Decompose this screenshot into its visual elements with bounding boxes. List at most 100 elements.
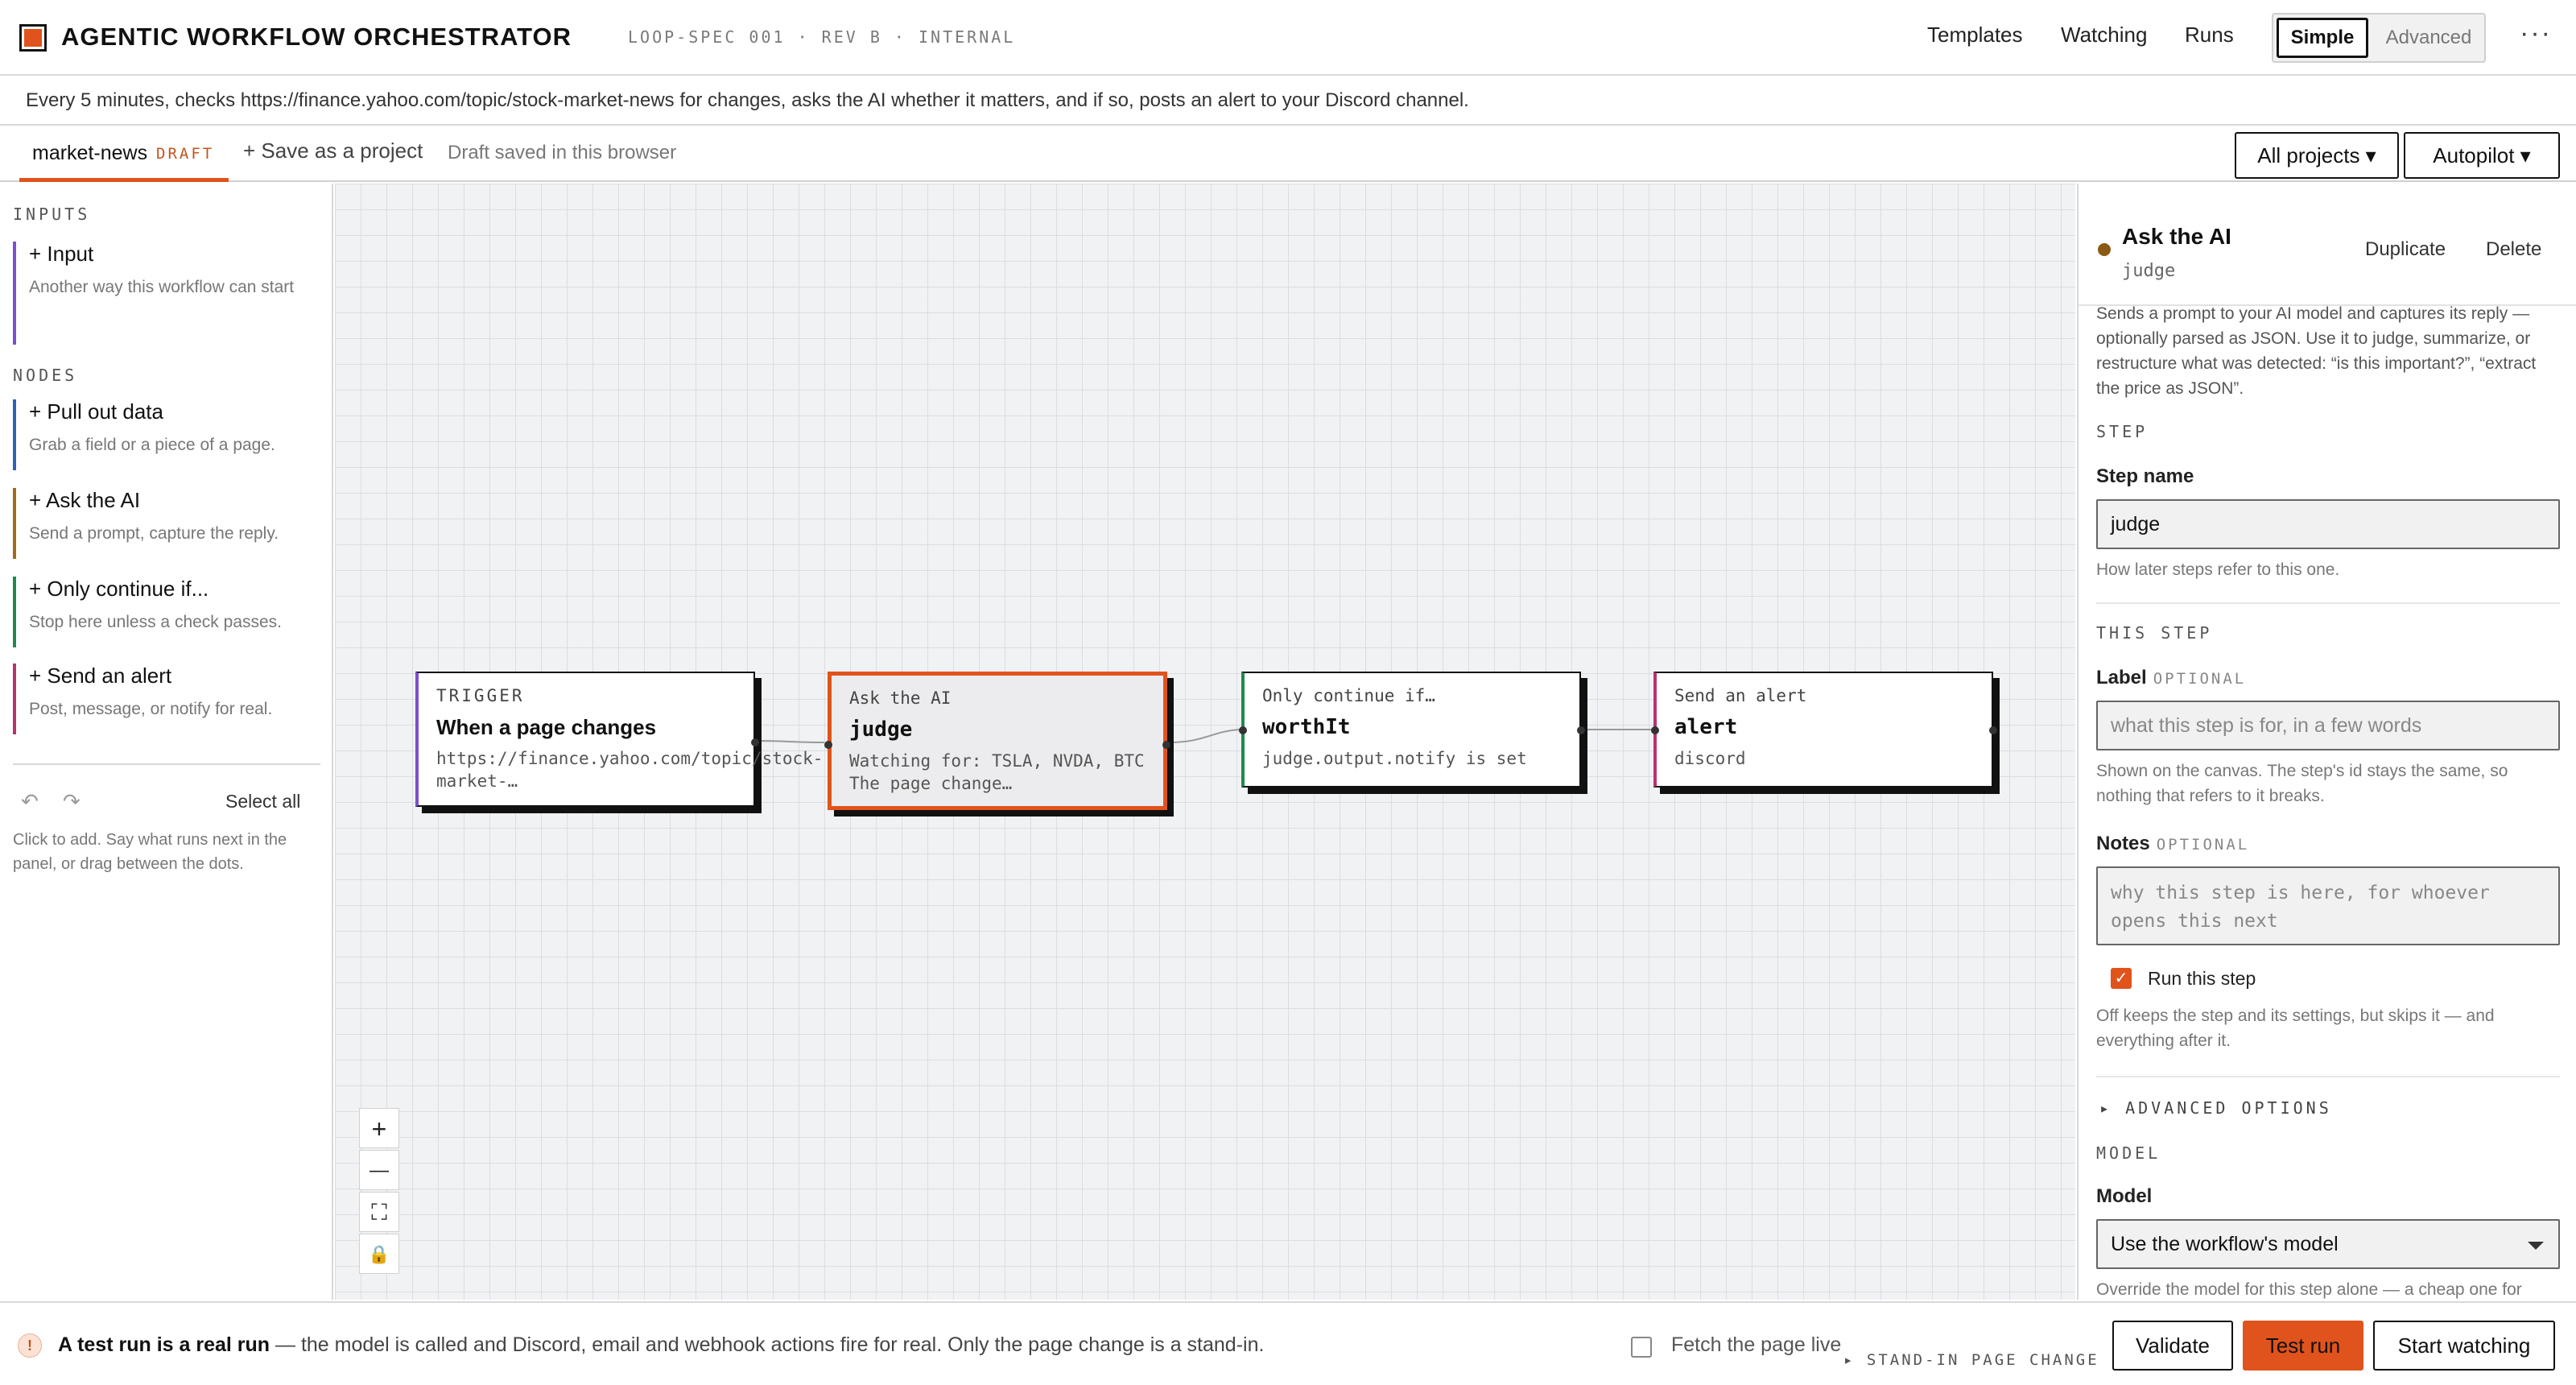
label-text: Label (2096, 667, 2147, 688)
notes-text: Notes (2096, 833, 2150, 854)
add-only-continue-item[interactable]: + Only continue if... Stop here unless a… (13, 577, 319, 647)
step-section-label: STEP (2096, 422, 2149, 441)
select-all-button[interactable]: Select all (225, 791, 300, 812)
add-input-item[interactable]: + Input Another way this workflow can st… (13, 242, 319, 345)
add-item-subtitle: Another way this workflow can start (29, 278, 295, 296)
node-subtitle: judge.output.notify is set (1262, 749, 1527, 768)
model-select[interactable]: Use the workflow's model (2096, 1219, 2560, 1269)
all-projects-dropdown[interactable]: All projects ▾ (2235, 132, 2399, 179)
workflow-description-bar: Every 5 minutes, checks https://finance.… (0, 77, 2576, 126)
advanced-options-toggle[interactable]: ▸ ADVANCED OPTIONS (2099, 1098, 2332, 1118)
duplicate-button[interactable]: Duplicate (2365, 238, 2446, 261)
more-menu-icon[interactable]: ··· (2520, 18, 2552, 49)
autopilot-dropdown[interactable]: Autopilot ▾ (2404, 132, 2560, 179)
mode-advanced-button[interactable]: Advanced (2376, 18, 2481, 58)
node-judge[interactable]: Ask the AI judge Watching for: TSLA, NVD… (824, 672, 1170, 810)
app-logo-icon (19, 24, 47, 52)
sidebar-hint: Click to add. Say what runs next in the … (13, 831, 287, 873)
nodes-section-label: NODES (13, 366, 78, 385)
run-step-checkbox[interactable]: ✓ (2111, 968, 2132, 989)
step-inspector-panel: Ask the AI judge Duplicate Delete Sends … (2077, 184, 2576, 1300)
lock-icon[interactable]: 🔒 (359, 1234, 399, 1274)
model-section-label: MODEL (2096, 1143, 2161, 1163)
tab-bar: market-news DRAFT + Save as a project Dr… (0, 127, 2576, 182)
node-subtitle: https://finance.yahoo.com/topic/stock-ma… (436, 749, 824, 791)
inspector-step-id: judge (2122, 261, 2176, 281)
model-help: Override the model for this step alone —… (2096, 1280, 2522, 1299)
output-port[interactable] (1162, 741, 1170, 749)
test-run-notice-text: — the model is called and Discord, email… (270, 1333, 1265, 1356)
output-port[interactable] (1989, 726, 1997, 734)
mode-toggle: Simple Advanced (2272, 13, 2486, 63)
input-port[interactable] (1239, 726, 1247, 734)
sidebar-divider (13, 763, 320, 765)
fit-view-icon[interactable]: ⛶ (359, 1192, 399, 1232)
save-as-project-button[interactable]: + Save as a project (243, 138, 423, 163)
add-item-title: + Pull out data (29, 399, 163, 424)
node-name: judge (849, 717, 913, 742)
node-type-label: TRIGGER (436, 686, 525, 705)
add-item-title: + Input (29, 242, 94, 266)
stand-in-page-change-toggle[interactable]: ▸ STAND-IN PAGE CHANGE (1843, 1351, 2099, 1369)
label-input[interactable]: what this step is for, in a few words (2096, 701, 2560, 750)
edge-judge-worthit (1168, 729, 1241, 743)
step-name-label: Step name (2096, 465, 2194, 487)
node-type-label: Send an alert (1674, 686, 1807, 705)
nav-runs[interactable]: Runs (2185, 23, 2234, 48)
label-field-label: Label OPTIONAL (2096, 667, 2246, 689)
notes-textarea[interactable]: why this step is here, for whoever opens… (2096, 866, 2560, 945)
add-item-title: + Only continue if... (29, 577, 209, 601)
run-step-help: Off keeps the step and its settings, but… (2096, 1007, 2495, 1050)
model-label: Model (2096, 1185, 2153, 1207)
tab-name: market-news (32, 142, 148, 164)
input-port[interactable] (824, 741, 832, 749)
node-alert[interactable]: Send an alert alert discord (1651, 672, 1997, 788)
nav-templates[interactable]: Templates (1927, 23, 2023, 48)
spec-revision: LOOP-SPEC 001 · REV B · INTERNAL (628, 27, 1016, 47)
step-name-input[interactable]: judge (2096, 499, 2560, 549)
footer-bar: ! A test run is a real run — the model i… (0, 1301, 2576, 1385)
node-trigger[interactable]: TRIGGER When a page changes https://fina… (415, 672, 824, 807)
add-item-title: + Send an alert (29, 664, 172, 688)
step-type-dot-icon (2098, 243, 2111, 256)
node-name: When a page changes (436, 715, 657, 739)
workflow-canvas[interactable]: TRIGGER When a page changes https://fina… (335, 184, 2075, 1300)
add-item-title: + Ask the AI (29, 488, 141, 512)
node-subtitle: Watching for: TSLA, NVDA, BTC The page c… (849, 751, 1145, 793)
step-name-help: How later steps refer to this one. (2096, 560, 2340, 579)
test-run-notice-bold: A test run is a real run (58, 1333, 270, 1356)
optional-tag: OPTIONAL (2153, 670, 2247, 688)
tab-market-news[interactable]: market-news DRAFT (19, 127, 229, 182)
section-divider (2096, 1076, 2560, 1077)
zoom-out-icon[interactable]: — (359, 1150, 399, 1190)
zoom-in-icon[interactable]: + (359, 1108, 399, 1148)
app-title: AGENTIC WORKFLOW ORCHESTRATOR (61, 23, 572, 51)
start-watching-button[interactable]: Start watching (2373, 1321, 2555, 1371)
inputs-section-label: INPUTS (13, 205, 91, 224)
delete-button[interactable]: Delete (2486, 238, 2541, 261)
fetch-live-checkbox[interactable] (1631, 1337, 1652, 1358)
output-port[interactable] (751, 738, 759, 746)
inspector-header: Ask the AI judge Duplicate Delete (2079, 184, 2576, 306)
app-header: AGENTIC WORKFLOW ORCHESTRATOR LOOP-SPEC … (0, 0, 2576, 76)
output-port[interactable] (1577, 726, 1585, 734)
this-step-section-label: THIS STEP (2096, 623, 2213, 643)
edge-trigger-judge (756, 740, 825, 743)
inspector-description: Sends a prompt to your AI model and capt… (2096, 304, 2537, 398)
add-send-alert-item[interactable]: + Send an alert Post, message, or notify… (13, 664, 319, 734)
node-name: worthIt (1262, 715, 1351, 739)
test-run-button[interactable]: Test run (2243, 1321, 2363, 1371)
input-port[interactable] (1651, 726, 1659, 734)
add-ask-ai-item[interactable]: + Ask the AI Send a prompt, capture the … (13, 488, 319, 559)
undo-icon[interactable]: ↶ (21, 789, 39, 814)
validate-button[interactable]: Validate (2112, 1321, 2233, 1371)
nav-watching[interactable]: Watching (2061, 23, 2147, 48)
node-subtitle: discord (1674, 749, 1746, 768)
chevron-down-icon (2528, 1242, 2544, 1250)
node-worthit[interactable]: Only continue if… worthIt judge.output.n… (1239, 672, 1585, 788)
redo-icon[interactable]: ↷ (63, 789, 80, 814)
run-step-label: Run this step (2148, 968, 2256, 989)
mode-simple-button[interactable]: Simple (2277, 18, 2368, 58)
add-pull-out-data-item[interactable]: + Pull out data Grab a field or a piece … (13, 399, 319, 470)
model-select-value: Use the workflow's model (2111, 1233, 2339, 1255)
